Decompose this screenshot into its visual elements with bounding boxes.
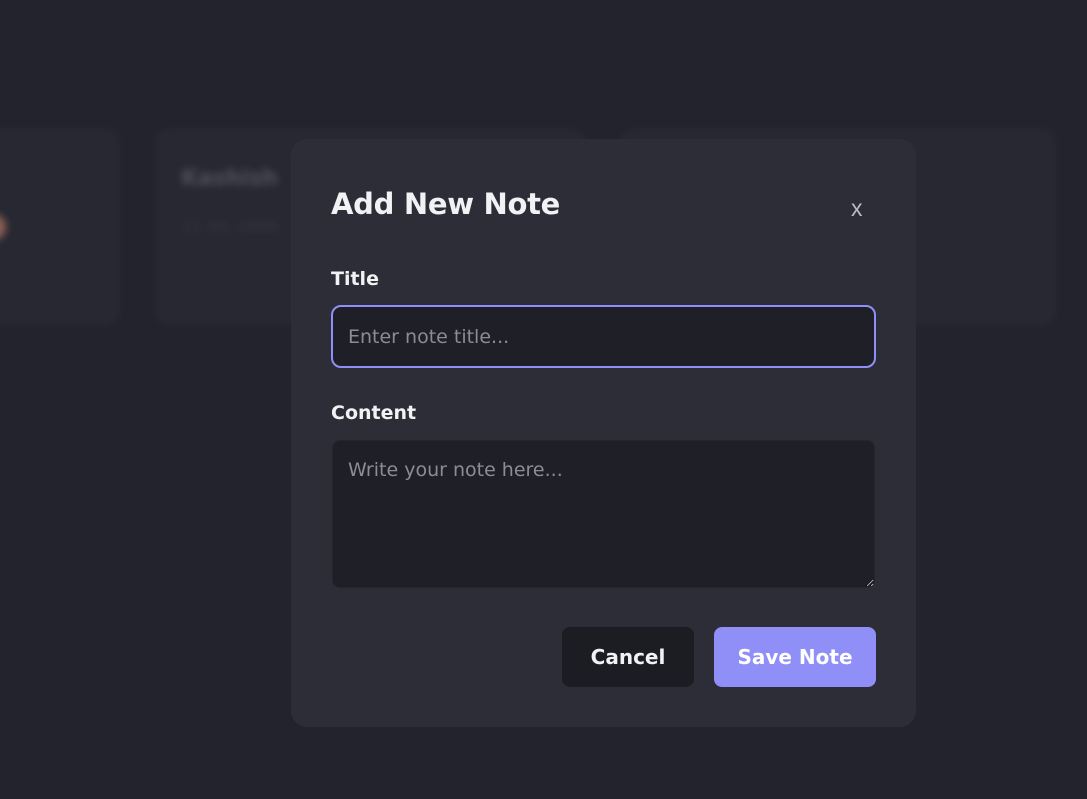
cancel-button[interactable]: Cancel — [562, 627, 694, 687]
background-note-card — [0, 128, 120, 326]
add-note-modal: Add New Note x Title Content Cancel Save… — [291, 139, 916, 727]
close-button[interactable]: x — [851, 195, 863, 222]
modal-title: Add New Note — [331, 187, 561, 221]
emoji-icon — [0, 214, 6, 240]
note-title-input[interactable] — [331, 305, 876, 368]
content-field-label: Content — [331, 402, 417, 424]
save-note-button[interactable]: Save Note — [714, 627, 876, 687]
note-content-textarea[interactable] — [332, 440, 875, 588]
background-note-title: Kashish — [181, 166, 278, 191]
title-field-label: Title — [331, 268, 379, 290]
background-note-date: 21-01-2005 — [181, 218, 280, 238]
